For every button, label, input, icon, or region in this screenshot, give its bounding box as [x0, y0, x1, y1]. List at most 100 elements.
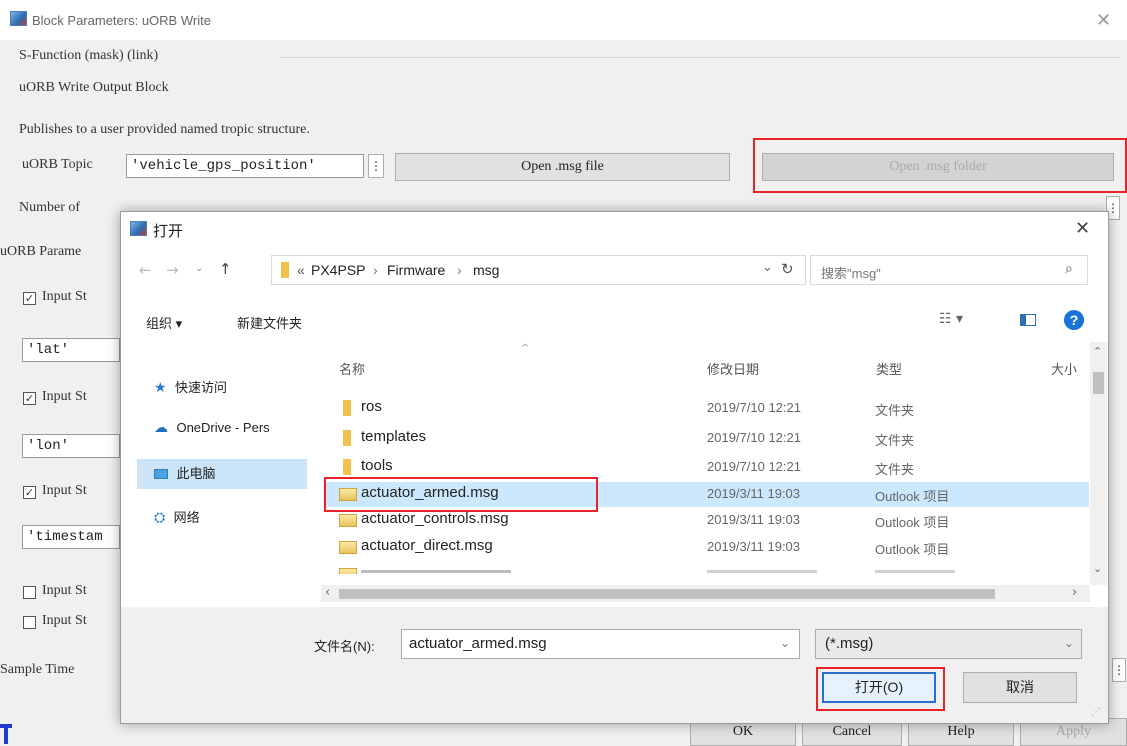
file-dialog-title: 打开: [153, 223, 184, 240]
block-dialog-title: Block Parameters: uORB Write: [32, 13, 211, 28]
resize-grip-icon[interactable]: ⋰: [1091, 707, 1101, 718]
breadcrumb-msg[interactable]: msg: [473, 262, 499, 278]
new-folder-button[interactable]: 新建文件夹: [237, 313, 302, 332]
folder-icon: [343, 400, 351, 416]
organize-menu[interactable]: 组织 ▾: [146, 313, 182, 332]
input-row-1-checkbox[interactable]: ✓: [23, 292, 36, 305]
file-open-dialog: 打开 ✕ ← → ⌄ ↑ « PX4PSP › Firmware › msg ⌄…: [120, 211, 1109, 724]
nav-this-pc-label: 此电脑: [176, 466, 216, 481]
cancel-dialog-button[interactable]: 取消: [963, 672, 1077, 703]
history-chevron-icon[interactable]: ⌄: [195, 263, 203, 274]
topic-menu-button[interactable]: ⋮: [368, 154, 384, 178]
folder-icon: [343, 430, 351, 446]
input-row-5-checkbox[interactable]: [23, 616, 36, 629]
breadcrumb-px4psp[interactable]: PX4PSP: [311, 262, 365, 278]
block-name: uORB Write Output Block: [19, 80, 169, 95]
file-name: tools: [361, 457, 393, 474]
breadcrumb-separator: ›: [373, 262, 378, 278]
nav-network[interactable]: ⛭ 网络: [154, 507, 200, 529]
file-date: 2019/7/10 12:21: [707, 459, 801, 474]
file-row-tools[interactable]: tools 2019/7/10 12:21 文件夹: [343, 457, 1083, 479]
file-date: 2019/7/10 12:21: [707, 400, 801, 415]
search-icon[interactable]: ⌕: [1065, 261, 1073, 277]
forward-arrow-icon[interactable]: →: [166, 261, 179, 279]
preview-pane-icon[interactable]: [1020, 314, 1036, 326]
highlight-open-folder: [753, 138, 1127, 193]
highlight-open-button: [816, 667, 945, 711]
topic-label: uORB Topic: [22, 157, 93, 172]
nav-this-pc-row[interactable]: 此电脑: [154, 463, 215, 485]
file-row-actuator-direct[interactable]: actuator_direct.msg 2019/3/11 19:03 Outl…: [339, 537, 1083, 559]
column-header-size[interactable]: 大小: [1051, 359, 1077, 378]
section-divider: [280, 57, 1120, 58]
pc-icon: [154, 468, 168, 479]
file-date: 2019/7/10 12:21: [707, 430, 801, 445]
file-type: Outlook 项目: [875, 489, 950, 504]
file-type: 文件夹: [875, 403, 915, 418]
msg-file-icon: [339, 568, 357, 574]
file-name: ros: [361, 398, 382, 415]
file-type: 文件夹: [875, 433, 915, 448]
msg-file-icon: [339, 514, 357, 527]
file-name: templates: [361, 428, 427, 445]
topic-input[interactable]: 'vehicle_gps_position': [126, 154, 364, 178]
column-header-name[interactable]: 名称: [339, 359, 365, 378]
scroll-right-arrow-icon[interactable]: ›: [1072, 585, 1077, 600]
input-row-1-label: Input St: [42, 289, 87, 304]
input-row-5-label: Input St: [42, 613, 87, 628]
file-row-partial: [339, 564, 1083, 574]
cloud-icon: ☁: [154, 420, 168, 436]
filename-dropdown-icon[interactable]: ⌄: [780, 636, 790, 650]
file-date: 2019/3/11 19:03: [707, 512, 801, 527]
partial-row-text: [361, 570, 511, 573]
file-type-filter-value: (*.msg): [825, 635, 874, 652]
folder-icon: [343, 459, 351, 475]
scroll-left-arrow-icon[interactable]: ‹: [325, 585, 330, 600]
nav-onedrive[interactable]: ☁ OneDrive - Pers: [154, 419, 270, 441]
vertical-scrollbar-thumb[interactable]: [1093, 372, 1104, 394]
partial-row-text: [707, 570, 817, 573]
scroll-down-arrow-icon[interactable]: ⌄: [1093, 562, 1102, 575]
refresh-icon[interactable]: ↻: [781, 260, 794, 278]
breadcrumb-firmware[interactable]: Firmware: [387, 262, 445, 278]
horizontal-scrollbar-thumb[interactable]: [339, 589, 995, 599]
msg-file-icon: [339, 541, 357, 554]
column-header-date[interactable]: 修改日期: [707, 359, 759, 378]
input-row-3-field[interactable]: 'timestam: [22, 525, 120, 549]
nav-quick-access-label: 快速访问: [175, 380, 228, 395]
file-row-templates[interactable]: templates 2019/7/10 12:21 文件夹: [343, 428, 1083, 450]
address-dropdown-icon[interactable]: ⌄: [762, 260, 773, 275]
input-row-1-field[interactable]: 'lat': [22, 338, 120, 362]
file-dialog-close-icon[interactable]: ✕: [1075, 218, 1090, 239]
block-description: Publishes to a user provided named tropi…: [19, 122, 310, 137]
file-row-actuator-controls[interactable]: actuator_controls.msg 2019/3/11 19:03 Ou…: [339, 510, 1083, 532]
input-row-2-field[interactable]: 'lon': [22, 434, 120, 458]
column-header-type[interactable]: 类型: [876, 359, 902, 378]
input-row-3-checkbox[interactable]: ✓: [23, 486, 36, 499]
input-row-3-label: Input St: [42, 483, 87, 498]
up-arrow-icon[interactable]: ↑: [219, 260, 232, 278]
star-icon: ★: [154, 380, 167, 396]
corner-marker-stem: [4, 724, 8, 744]
highlight-selected-file: [324, 477, 598, 512]
breadcrumb-prefix: «: [297, 262, 305, 278]
input-row-2-checkbox[interactable]: ✓: [23, 392, 36, 405]
back-arrow-icon[interactable]: ←: [139, 261, 152, 279]
network-icon: ⛭: [154, 510, 166, 526]
file-row-ros[interactable]: ros 2019/7/10 12:21 文件夹: [343, 398, 1083, 420]
open-msg-file-button[interactable]: Open .msg file: [395, 153, 730, 181]
input-row-4-checkbox[interactable]: [23, 586, 36, 599]
sample-time-menu[interactable]: ⋮: [1112, 658, 1126, 682]
nav-onedrive-label: OneDrive - Pers: [176, 420, 270, 435]
file-date: 2019/3/11 19:03: [707, 486, 801, 501]
file-name: actuator_controls.msg: [361, 510, 509, 527]
filter-dropdown-icon[interactable]: ⌄: [1064, 636, 1074, 650]
view-options-icon[interactable]: ☷ ▾: [939, 311, 963, 327]
nav-quick-access[interactable]: ★ 快速访问: [154, 377, 227, 399]
block-dialog-close-icon[interactable]: ✕: [1096, 10, 1111, 31]
scroll-up-arrow-icon[interactable]: ⌃: [1093, 345, 1102, 358]
footer-area: [121, 607, 1108, 723]
help-icon[interactable]: ?: [1064, 310, 1084, 330]
simulink-app-icon: [10, 11, 27, 26]
breadcrumb-separator: ›: [457, 262, 462, 278]
